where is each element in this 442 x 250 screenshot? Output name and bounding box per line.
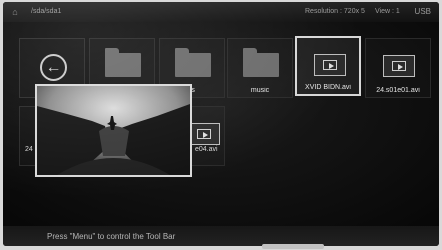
tile-label: XVID BIDN.avi (305, 84, 351, 91)
resolution-label: Resolution : 720x 5 (305, 8, 365, 15)
tv-stand (262, 244, 324, 249)
video-preview (35, 84, 192, 177)
preview-image (37, 86, 190, 175)
file-grid: ← rs music XVID BIDN.avi 24.s01e01.avi 2… (3, 22, 439, 228)
folder-tile-music[interactable]: music (227, 38, 293, 98)
film-frame-icon (392, 61, 406, 71)
play-icon (329, 63, 334, 69)
video-file-icon (314, 54, 346, 76)
usb-label: USB (414, 7, 431, 16)
play-icon (398, 64, 403, 70)
partial-tile-label: e04.avi (195, 146, 218, 153)
title-bar: ⌂ /sda/sda1 Resolution : 720x 5 View : 1… (3, 2, 439, 22)
media-browser-screen: ⌂ /sda/sda1 Resolution : 720x 5 View : 1… (3, 2, 439, 246)
home-icon[interactable]: ⌂ (9, 6, 21, 18)
current-path: /sda/sda1 (31, 8, 62, 15)
folder-icon (175, 48, 211, 77)
help-bar: Press "Menu" to control the Tool Bar (3, 226, 439, 246)
view-label: View : 1 (375, 8, 400, 15)
partial-tile-label: 24 (25, 146, 33, 153)
film-frame-icon (323, 60, 337, 70)
help-text: Press "Menu" to control the Tool Bar (47, 232, 176, 241)
video-file-icon (383, 55, 415, 77)
tile-label: music (250, 87, 270, 94)
play-icon (203, 132, 208, 138)
video-tile[interactable]: 24.s01e01.avi (365, 38, 431, 98)
folder-icon (105, 48, 141, 77)
tv-screen-photo: ⌂ /sda/sda1 Resolution : 720x 5 View : 1… (0, 0, 442, 250)
back-arrow-icon: ← (40, 54, 67, 81)
tile-label: 24.s01e01.avi (376, 87, 420, 94)
video-tile-selected[interactable]: XVID BIDN.avi (295, 36, 361, 96)
video-file-icon (188, 123, 220, 145)
film-frame-icon (197, 129, 211, 139)
folder-icon (243, 48, 279, 77)
